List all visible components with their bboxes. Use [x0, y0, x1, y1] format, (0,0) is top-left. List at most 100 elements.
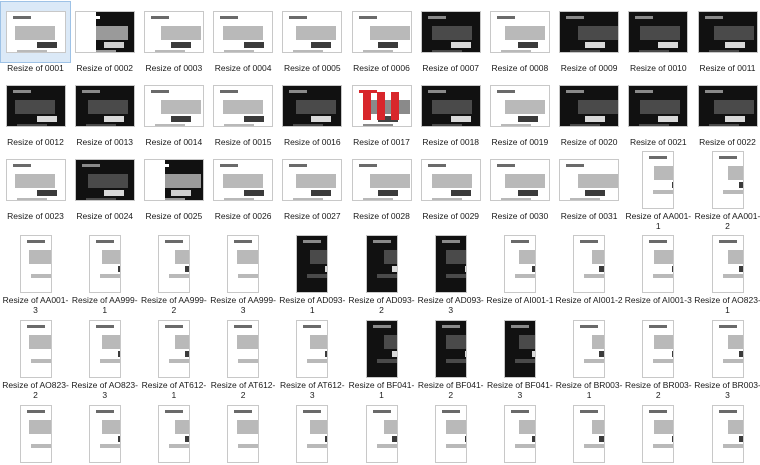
thumbnail-image — [435, 406, 466, 462]
thumbnail-detail — [324, 436, 328, 442]
file-name-label: Resize of AO823-1 — [694, 295, 760, 315]
file-thumbnail-item[interactable]: Resize of BR003-1 — [555, 319, 624, 400]
file-name-label: Resize of BR003-2 — [624, 380, 692, 400]
file-thumbnail-item[interactable]: Resize of AA001-3 — [1, 234, 70, 315]
file-thumbnail-item[interactable]: Resize of 0025 — [139, 150, 208, 221]
file-thumbnail-item[interactable]: Resize of 0010 — [624, 2, 693, 73]
thumbnail-image — [158, 321, 189, 377]
file-thumbnail-item[interactable]: Resize of 0020 — [555, 76, 624, 147]
file-thumbnail-item[interactable]: Resize of 0014 — [139, 76, 208, 147]
file-thumbnail-item[interactable]: Resize of BR003-3 — [693, 319, 760, 400]
file-thumbnail-item[interactable] — [485, 404, 554, 465]
file-thumbnail-item[interactable]: Resize of 0024 — [70, 150, 139, 221]
file-thumbnail-item[interactable]: Resize of BF041-3 — [485, 319, 554, 400]
file-thumbnail-item[interactable] — [416, 404, 485, 465]
file-thumbnail-item[interactable] — [555, 404, 624, 465]
thumbnail-image — [560, 86, 619, 126]
file-thumbnail-item[interactable]: Resize of 0016 — [278, 76, 347, 147]
file-thumbnail-item[interactable]: Resize of AA999-2 — [139, 234, 208, 315]
thumbnail-detail — [164, 240, 183, 243]
file-name-label: Resize of 0004 — [214, 63, 272, 73]
file-thumbnail-item[interactable]: Resize of 0009 — [555, 2, 624, 73]
file-name-label: Resize of AA001-2 — [694, 211, 760, 231]
file-thumbnail-item[interactable]: Resize of BF041-2 — [416, 319, 485, 400]
file-thumbnail-item[interactable]: Resize of 0003 — [139, 2, 208, 73]
thumbnail-detail — [103, 116, 124, 122]
file-thumbnail-item[interactable]: Resize of 0031 — [555, 150, 624, 221]
thumbnail-detail — [174, 250, 189, 264]
thumbnail-detail — [257, 266, 259, 272]
thumbnail-image — [560, 12, 619, 52]
file-thumbnail-item[interactable]: Resize of BR003-2 — [624, 319, 693, 400]
file-thumbnail-item[interactable] — [70, 404, 139, 465]
file-thumbnail-item[interactable]: Resize of 0002 — [70, 2, 139, 73]
file-thumbnail-item[interactable]: Resize of 0012 — [1, 76, 70, 147]
file-thumbnail-item[interactable]: Resize of BF041-1 — [347, 319, 416, 400]
file-thumbnail-item[interactable]: Resize of AT612-2 — [209, 319, 278, 400]
file-thumbnail-item[interactable]: Resize of 0029 — [416, 150, 485, 221]
file-thumbnail-item[interactable]: Resize of 0030 — [485, 150, 554, 221]
thumbnail-frame — [70, 234, 139, 294]
file-thumbnail-item[interactable]: Resize of 0006 — [347, 2, 416, 73]
file-thumbnail-item[interactable] — [1, 404, 70, 465]
file-thumbnail-item[interactable] — [693, 404, 760, 465]
thumbnail-frame — [347, 319, 416, 379]
thumbnail-detail — [725, 42, 745, 48]
file-thumbnail-item[interactable]: Resize of 0023 — [1, 150, 70, 221]
file-thumbnail-item[interactable]: Resize of AT612-3 — [278, 319, 347, 400]
file-thumbnail-item[interactable]: Resize of AD093-3 — [416, 234, 485, 315]
thumbnail-detail — [639, 50, 670, 52]
file-thumbnail-item[interactable]: Resize of 0008 — [485, 2, 554, 73]
thumbnail-detail — [99, 359, 120, 363]
file-thumbnail-item[interactable]: Resize of 0015 — [209, 76, 278, 147]
file-thumbnail-item[interactable]: Resize of AD093-1 — [278, 234, 347, 315]
file-thumbnail-item[interactable]: Resize of 0027 — [278, 150, 347, 221]
file-thumbnail-item[interactable]: Resize of 0001 — [0, 1, 71, 73]
file-thumbnail-item[interactable]: Resize of AA001-1 — [624, 150, 693, 231]
file-thumbnail-item[interactable]: Resize of AA999-1 — [70, 234, 139, 315]
file-thumbnail-item[interactable]: Resize of 0022 — [693, 76, 760, 147]
file-thumbnail-item[interactable] — [209, 404, 278, 465]
file-thumbnail-item[interactable]: Resize of 0013 — [70, 76, 139, 147]
file-name-label: Resize of BR003-1 — [555, 380, 623, 400]
file-thumbnail-item[interactable]: Resize of 0028 — [347, 150, 416, 221]
file-thumbnail-item[interactable]: Resize of AA999-3 — [209, 234, 278, 315]
thumbnail-detail — [362, 50, 393, 52]
file-thumbnail-item[interactable]: Resize of 0007 — [416, 2, 485, 73]
file-thumbnail-item[interactable]: Resize of AD093-2 — [347, 234, 416, 315]
thumbnail-image — [6, 86, 65, 126]
thumbnail-image — [698, 12, 757, 52]
thumbnail-detail — [578, 174, 619, 188]
thumbnail-detail — [718, 410, 737, 413]
file-thumbnail-item[interactable]: Resize of 0018 — [416, 76, 485, 147]
thumbnail-detail — [514, 444, 535, 448]
file-thumbnail-item[interactable]: Resize of 0019 — [485, 76, 554, 147]
file-thumbnail-item[interactable] — [347, 404, 416, 465]
file-thumbnail-item[interactable]: Resize of 0004 — [209, 2, 278, 73]
file-thumbnail-item[interactable]: Resize of AO823-1 — [693, 234, 760, 315]
file-thumbnail-item[interactable]: Resize of AI001-3 — [624, 234, 693, 305]
file-name-label: Resize of AD093-2 — [348, 295, 415, 315]
file-thumbnail-item[interactable]: Resize of AO823-2 — [1, 319, 70, 400]
file-thumbnail-item[interactable] — [139, 404, 208, 465]
file-thumbnail-item[interactable]: Resize of AI001-1 — [485, 234, 554, 305]
file-thumbnail-item[interactable]: Resize of AO823-3 — [70, 319, 139, 400]
file-thumbnail-item[interactable]: Resize of AA001-2 — [693, 150, 760, 231]
thumbnail-detail — [376, 92, 385, 120]
file-thumbnail-item[interactable]: Resize of 0005 — [278, 2, 347, 73]
thumbnail-detail — [392, 436, 397, 442]
thumbnail-detail — [36, 190, 57, 196]
file-thumbnail-item[interactable]: Resize of AT612-1 — [139, 319, 208, 400]
file-thumbnail-item[interactable]: Resize of 0021 — [624, 76, 693, 147]
file-thumbnail-item[interactable]: Resize of 0011 — [693, 2, 760, 73]
file-thumbnail-item[interactable]: Resize of AI001-2 — [555, 234, 624, 305]
thumbnail-detail — [500, 198, 531, 200]
file-thumbnail-item[interactable]: Resize of 0026 — [209, 150, 278, 221]
file-name-label: Resize of AI001-2 — [555, 295, 623, 305]
thumbnail-image — [144, 86, 203, 126]
file-thumbnail-item[interactable] — [278, 404, 347, 465]
thumbnail-detail — [160, 26, 201, 40]
file-thumbnail-item[interactable]: Resize of 0017 — [347, 76, 416, 147]
thumbnail-detail — [14, 26, 55, 40]
file-thumbnail-item[interactable] — [624, 404, 693, 465]
